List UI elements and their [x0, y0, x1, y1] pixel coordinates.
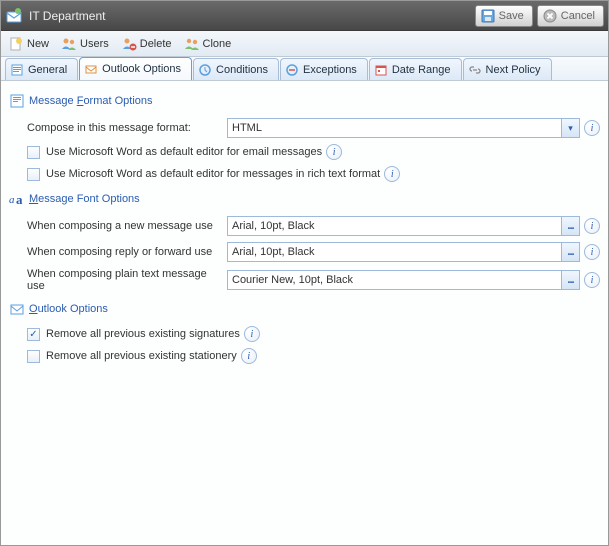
svg-text:a: a — [9, 194, 15, 206]
clone-icon — [184, 36, 200, 52]
tab-conditions[interactable]: Conditions — [193, 58, 279, 80]
info-icon[interactable]: i — [384, 166, 400, 182]
delete-button[interactable]: Delete — [118, 33, 179, 55]
calendar-icon — [374, 63, 388, 77]
section-outlook-options-title: Outlook Options — [29, 303, 108, 315]
remove-stationery-label: Remove all previous existing stationery — [46, 350, 237, 362]
font-plain-value: Courier New, 10pt, Black — [232, 274, 353, 286]
font-plain-input[interactable]: Courier New, 10pt, Black — [227, 270, 562, 290]
font-reply-browse[interactable]: ... — [562, 242, 580, 262]
section-message-font: aa Message Font Options — [9, 191, 600, 207]
tab-exceptions[interactable]: Exceptions — [280, 58, 368, 80]
row-remove-sig: ✓ Remove all previous existing signature… — [9, 323, 600, 345]
svg-text:a: a — [16, 192, 23, 206]
compose-format-dropdown[interactable]: ▾ — [562, 118, 580, 138]
cancel-button[interactable]: Cancel — [537, 5, 604, 27]
save-icon — [480, 8, 496, 24]
format-icon — [9, 93, 25, 109]
compose-format-select[interactable]: HTML — [227, 118, 562, 138]
compose-format-value: HTML — [232, 122, 262, 134]
font-new-input[interactable]: Arial, 10pt, Black — [227, 216, 562, 236]
row-remove-stationery: Remove all previous existing stationery … — [9, 345, 600, 367]
info-icon[interactable]: i — [584, 218, 600, 234]
info-icon[interactable]: i — [244, 326, 260, 342]
section-message-font-title: Message Font Options — [29, 193, 140, 205]
section-message-format-title: Message Format Options — [29, 95, 153, 107]
tab-conditions-label: Conditions — [216, 64, 268, 76]
font-reply-input[interactable]: Arial, 10pt, Black — [227, 242, 562, 262]
section-message-format: Message Format Options — [9, 93, 600, 109]
tab-next-policy-label: Next Policy — [486, 64, 541, 76]
row-font-new: When composing a new message use Arial, … — [9, 213, 600, 239]
tab-outlook-options-label: Outlook Options — [102, 63, 181, 75]
font-icon: aa — [9, 191, 25, 207]
compose-format-label: Compose in this message format: — [27, 122, 227, 134]
cancel-icon — [542, 8, 558, 24]
word-rtf-label: Use Microsoft Word as default editor for… — [46, 168, 380, 180]
info-icon[interactable]: i — [584, 244, 600, 260]
font-reply-label: When composing reply or forward use — [27, 246, 227, 258]
new-icon — [8, 36, 24, 52]
toolbar: New Users Delete — [1, 31, 608, 57]
row-font-reply: When composing reply or forward use Aria… — [9, 239, 600, 265]
tab-outlook-options[interactable]: Outlook Options — [79, 57, 192, 80]
word-rtf-checkbox[interactable] — [27, 168, 40, 181]
remove-sig-checkbox[interactable]: ✓ — [27, 328, 40, 341]
link-icon — [468, 63, 482, 77]
outlook-icon — [84, 62, 98, 76]
users-label: Users — [80, 38, 109, 50]
tab-content: Message Format Options Compose in this m… — [1, 81, 608, 545]
word-email-label: Use Microsoft Word as default editor for… — [46, 146, 322, 158]
cancel-button-label: Cancel — [561, 10, 595, 22]
font-reply-value: Arial, 10pt, Black — [232, 246, 315, 258]
font-new-label: When composing a new message use — [27, 220, 227, 232]
conditions-icon — [198, 63, 212, 77]
tab-date-range-label: Date Range — [392, 64, 451, 76]
new-label: New — [27, 38, 49, 50]
tabstrip: General Outlook Options Conditions Excep… — [1, 57, 608, 81]
info-icon[interactable]: i — [584, 120, 600, 136]
info-icon[interactable]: i — [326, 144, 342, 160]
row-font-plain: When composing plain text message use Co… — [9, 265, 600, 295]
window-title: IT Department — [29, 9, 471, 23]
save-button[interactable]: Save — [475, 5, 533, 27]
info-icon[interactable]: i — [584, 272, 600, 288]
exceptions-icon — [285, 63, 299, 77]
tab-exceptions-label: Exceptions — [303, 64, 357, 76]
users-button[interactable]: Users — [58, 33, 116, 55]
row-word-rtf: Use Microsoft Word as default editor for… — [9, 163, 600, 185]
font-new-browse[interactable]: ... — [562, 216, 580, 236]
tab-date-range[interactable]: Date Range — [369, 58, 462, 80]
save-button-label: Save — [499, 10, 524, 22]
info-icon[interactable]: i — [241, 348, 257, 364]
app-icon — [5, 7, 23, 25]
titlebar: IT Department Save Cancel — [1, 1, 608, 31]
tab-next-policy[interactable]: Next Policy — [463, 58, 552, 80]
delete-icon — [121, 36, 137, 52]
font-new-value: Arial, 10pt, Black — [232, 220, 315, 232]
word-email-checkbox[interactable] — [27, 146, 40, 159]
outlook-section-icon — [9, 301, 25, 317]
general-icon — [10, 63, 24, 77]
tab-general-label: General — [28, 64, 67, 76]
new-button[interactable]: New — [5, 33, 56, 55]
clone-label: Clone — [203, 38, 232, 50]
font-plain-browse[interactable]: ... — [562, 270, 580, 290]
tab-general[interactable]: General — [5, 58, 78, 80]
section-outlook-options: Outlook Options — [9, 301, 600, 317]
row-word-email: Use Microsoft Word as default editor for… — [9, 141, 600, 163]
remove-stationery-checkbox[interactable] — [27, 350, 40, 363]
chevron-down-icon: ▾ — [568, 123, 573, 134]
users-icon — [61, 36, 77, 52]
clone-button[interactable]: Clone — [181, 33, 239, 55]
delete-label: Delete — [140, 38, 172, 50]
remove-sig-label: Remove all previous existing signatures — [46, 328, 240, 340]
row-compose-format: Compose in this message format: HTML ▾ i — [9, 115, 600, 141]
font-plain-label: When composing plain text message use — [27, 268, 227, 292]
